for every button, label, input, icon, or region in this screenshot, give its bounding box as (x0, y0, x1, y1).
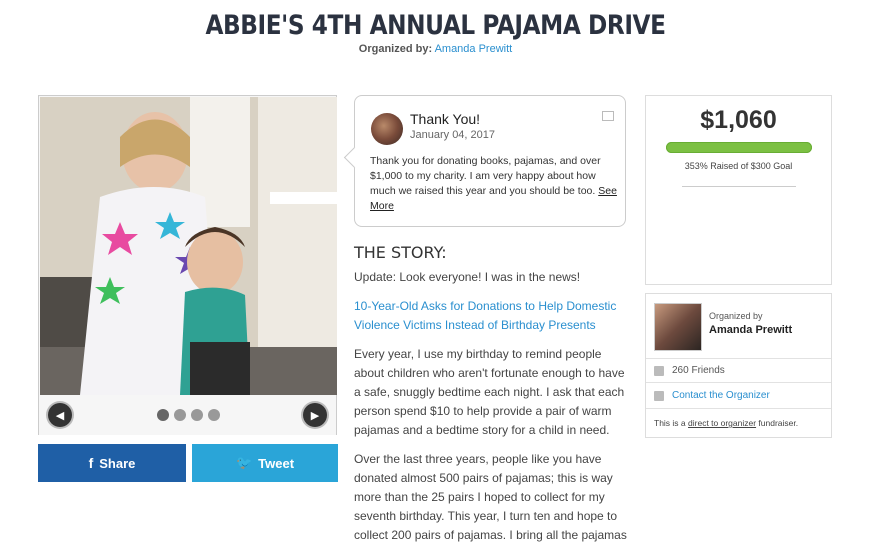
note-prefix: This is a (654, 418, 689, 428)
facebook-share-button[interactable]: f Share (38, 444, 186, 482)
organized-by-label: Organized by: (358, 43, 433, 55)
amount-raised: $1,060 (700, 106, 777, 134)
friends-count: 260 Friends (672, 365, 725, 376)
chevron-right-icon[interactable]: ▶ (303, 403, 327, 427)
carousel-dot[interactable] (208, 409, 220, 421)
campaign-photo-illustration (40, 97, 337, 395)
twitter-tweet-button[interactable]: 🐦 Tweet (192, 444, 338, 482)
organizer-name[interactable]: Amanda Prewitt (709, 324, 792, 336)
direct-to-organizer-link[interactable]: direct to organizer (688, 418, 756, 428)
organizer-link[interactable]: Amanda Prewitt (435, 43, 513, 55)
facebook-share-label: Share (99, 455, 136, 471)
raised-of-goal-text: 353% Raised of $300 Goal (684, 161, 793, 171)
story-paragraph: Every year, I use my birthday to remind … (354, 347, 625, 437)
news-article-link[interactable]: 10-Year-Old Asks for Donations to Help D… (354, 297, 629, 335)
divider (646, 408, 831, 409)
organized-by-line: Organized by: Amanda Prewitt (0, 43, 871, 55)
image-icon (602, 111, 614, 121)
contact-organizer-link[interactable]: Contact the Organizer (672, 390, 770, 401)
photo-carousel: ◀ ▶ (38, 95, 337, 435)
twitter-icon: 🐦 (235, 455, 253, 470)
divider (682, 186, 796, 187)
note-suffix: fundraiser. (756, 418, 799, 428)
update-date: January 04, 2017 (410, 129, 496, 141)
page-title: ABBIE'S 4TH ANNUAL PAJAMA DRIVE (205, 10, 666, 41)
fundraiser-progress-card: $1,060 353% Raised of $300 Goal (645, 95, 832, 285)
campaign-photo[interactable] (40, 97, 337, 395)
organizer-avatar[interactable] (654, 303, 702, 351)
fundraiser-type-note: This is a direct to organizer fundraiser… (654, 418, 798, 428)
friends-count-row: 260 Friends (654, 365, 725, 376)
twitter-tweet-label: Tweet (258, 455, 295, 471)
divider (646, 358, 831, 359)
story-paragraph: Update: Look everyone! I was in the news… (354, 270, 581, 284)
carousel-dots (157, 409, 220, 421)
carousel-dot[interactable] (157, 409, 169, 421)
contact-row: Contact the Organizer (654, 390, 770, 401)
update-title: Thank You! (410, 111, 481, 127)
facebook-icon (654, 365, 664, 376)
update-text: Thank you for donating books, pajamas, a… (370, 155, 601, 197)
chevron-left-icon[interactable]: ◀ (48, 403, 72, 427)
bubble-pointer (343, 146, 366, 169)
carousel-controls: ◀ ▶ (39, 395, 336, 435)
mail-icon (654, 390, 664, 401)
carousel-dot[interactable] (174, 409, 186, 421)
divider (646, 382, 831, 383)
story-heading: THE STORY: (354, 243, 447, 262)
carousel-dot[interactable] (191, 409, 203, 421)
facebook-icon: f (88, 455, 94, 471)
update-body: Thank you for donating books, pajamas, a… (370, 154, 620, 214)
story-text: Update: Look everyone! I was in the news… (354, 268, 629, 555)
progress-bar (666, 142, 812, 153)
avatar (371, 113, 403, 145)
organizer-card: Organized by Amanda Prewitt 260 Friends … (645, 293, 832, 438)
organizer-label: Organized by (709, 311, 763, 321)
story-paragraph: Over the last three years, people like y… (354, 452, 627, 542)
update-card: Thank You! January 04, 2017 Thank you fo… (343, 95, 626, 227)
